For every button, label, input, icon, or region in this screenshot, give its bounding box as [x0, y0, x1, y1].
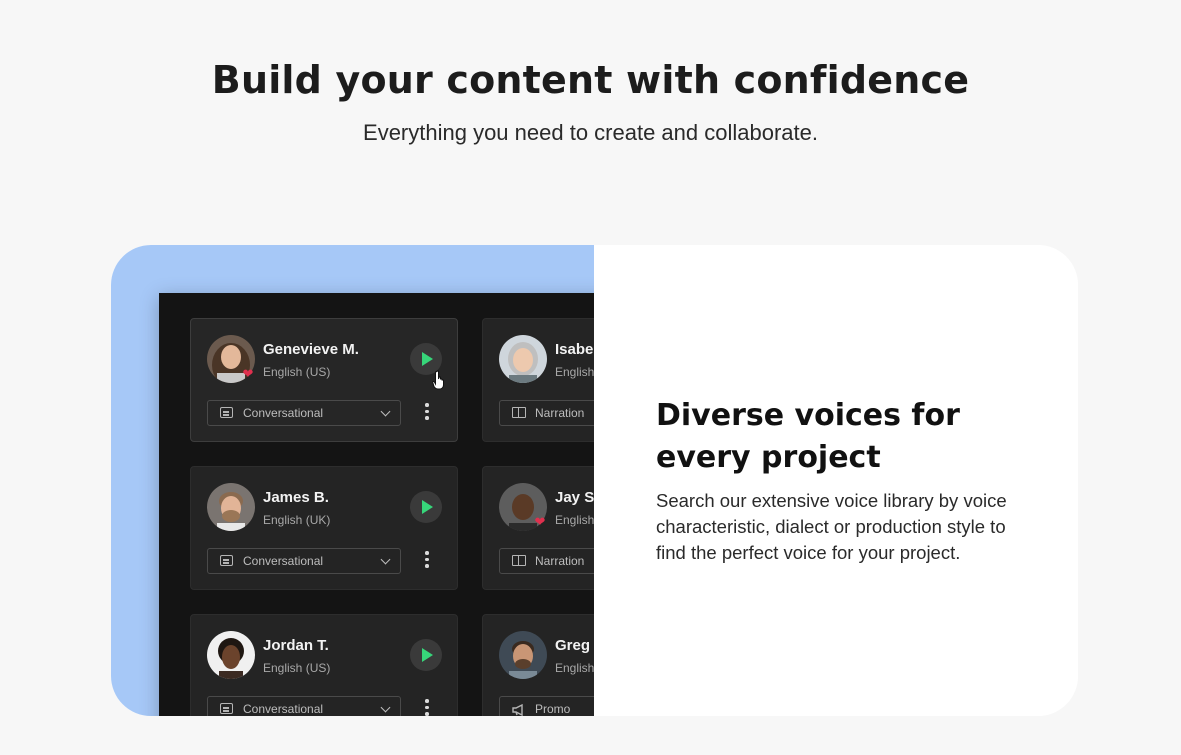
style-label: Narration [535, 406, 585, 420]
voice-name: James B. [263, 489, 329, 506]
play-button[interactable] [410, 491, 442, 523]
voice-name: Genevieve M. [263, 341, 359, 358]
feature-text-panel: Diverse voices for every project Search … [594, 245, 1078, 716]
voice-name: Jordan T. [263, 637, 329, 654]
voice-card[interactable]: ❤ Genevieve M. English (US) Conversation… [190, 318, 458, 442]
chevron-down-icon [380, 554, 391, 565]
more-options-button[interactable] [423, 699, 431, 716]
hand-cursor-icon [432, 370, 448, 390]
style-dropdown[interactable]: Conversational [207, 400, 401, 426]
book-icon [512, 407, 526, 418]
voice-library-window: ❤ Genevieve M. English (US) Conversation… [159, 293, 594, 716]
voice-language: English (US) [263, 365, 331, 379]
chat-icon [220, 555, 233, 566]
style-label: Conversational [243, 702, 324, 716]
chevron-down-icon [380, 406, 391, 417]
book-icon [512, 555, 526, 566]
feature-heading: Diverse voices for every project [656, 398, 960, 475]
style-dropdown[interactable]: Conversational [207, 548, 401, 574]
style-dropdown[interactable]: Narration [499, 548, 594, 574]
section-title: Build your content with confidence [211, 58, 970, 102]
voice-language: English [555, 513, 594, 527]
style-label: Narration [535, 554, 585, 568]
heart-icon: ❤ [534, 514, 546, 529]
chat-icon [220, 407, 233, 418]
voice-card[interactable]: Greg G English Promo [482, 614, 594, 716]
style-label: Conversational [243, 554, 324, 568]
voice-name: Isabel [555, 341, 594, 358]
voice-language: English (UK) [263, 513, 331, 527]
style-label: Conversational [243, 406, 324, 420]
chevron-down-icon [380, 702, 391, 713]
style-dropdown[interactable]: Promo [499, 696, 594, 716]
voice-card[interactable]: ❤ Jay S. English Narration [482, 466, 594, 590]
voice-language: English [555, 365, 594, 379]
section-subtitle: Everything you need to create and collab… [363, 120, 818, 145]
heart-icon: ❤ [242, 366, 254, 381]
style-dropdown[interactable]: Narration [499, 400, 594, 426]
voice-language: English (US) [263, 661, 331, 675]
avatar [207, 483, 255, 531]
avatar [499, 631, 547, 679]
voice-name: Greg G [555, 637, 594, 654]
feature-card: ❤ Genevieve M. English (US) Conversation… [111, 245, 1078, 716]
feature-description: Search our extensive voice library by vo… [656, 490, 1007, 563]
voice-card[interactable]: Isabel English Narration [482, 318, 594, 442]
avatar [499, 335, 547, 383]
play-button[interactable] [410, 639, 442, 671]
feature-illustration-panel: ❤ Genevieve M. English (US) Conversation… [111, 245, 594, 716]
more-options-button[interactable] [423, 403, 431, 423]
voice-name: Jay S. [555, 489, 594, 506]
voice-card[interactable]: Jordan T. English (US) Conversational [190, 614, 458, 716]
more-options-button[interactable] [423, 551, 431, 571]
voice-card[interactable]: James B. English (UK) Conversational [190, 466, 458, 590]
chat-icon [220, 703, 233, 714]
style-dropdown[interactable]: Conversational [207, 696, 401, 716]
megaphone-icon [512, 703, 526, 716]
avatar [207, 631, 255, 679]
style-label: Promo [535, 702, 571, 716]
voice-language: English [555, 661, 594, 675]
